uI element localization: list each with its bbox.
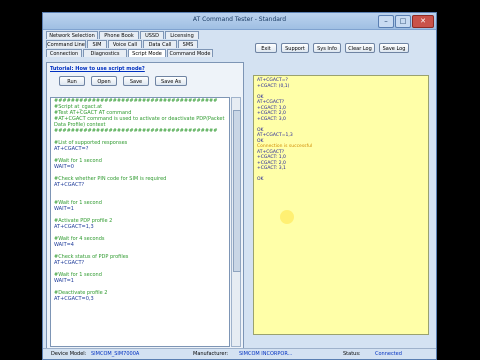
tab-data-call[interactable]: Data Call xyxy=(143,40,177,48)
exit-button[interactable]: Exit xyxy=(255,43,277,53)
log-line: OK xyxy=(257,177,264,182)
script-mode-panel: Tutorial: How to use script mode? Run Ope… xyxy=(46,62,244,350)
status-label: Status: xyxy=(343,351,361,357)
script-line: AT+CGACT=0,3 xyxy=(54,296,94,302)
tab-sim[interactable]: SIM xyxy=(87,40,107,48)
left-pane: Network Selection Phone Book USSD Licensing… xyxy=(46,31,244,351)
tutorial-link[interactable]: Tutorial: How to use script mode? xyxy=(50,66,145,72)
status-value: Connected xyxy=(375,351,402,357)
clear-log-button[interactable]: Clear Log xyxy=(345,43,375,53)
response-log[interactable]: AT+CGACT=? +CGACT: (0,1) OK AT+CGACT? +CGACT… xyxy=(253,75,429,335)
scrollbar-thumb[interactable] xyxy=(233,110,241,272)
save-as-button[interactable]: Save As xyxy=(155,76,187,86)
script-button-row: Run Open Save Save As xyxy=(59,76,187,86)
run-button[interactable]: Run xyxy=(59,76,85,86)
manufacturer-label: Manufacturer: xyxy=(193,351,229,357)
title-bar[interactable]: AT Command Tester - Standard – □ ✕ xyxy=(43,13,436,30)
tab-script-mode[interactable]: Script Mode xyxy=(128,49,166,57)
status-bar: Device Model: SIMCOM_SIM7000A Manufactur… xyxy=(43,348,436,359)
minimize-button[interactable]: – xyxy=(378,15,394,28)
sys-info-button[interactable]: Sys Info xyxy=(313,43,341,53)
close-button[interactable]: ✕ xyxy=(412,15,434,28)
tab-network-selection[interactable]: Network Selection xyxy=(46,31,98,39)
tab-row-1: Network Selection Phone Book USSD Licensing xyxy=(46,31,200,39)
device-model-label: Device Model: xyxy=(51,351,87,357)
script-scrollbar[interactable] xyxy=(231,97,241,347)
tab-voice-call[interactable]: Voice Call xyxy=(108,40,142,48)
tab-licensing[interactable]: Licensing xyxy=(165,31,199,39)
tab-row-3: Connection Diagnostics Script Mode Command … xyxy=(46,49,214,57)
right-pane: Exit Support Sys Info Clear Log Save Log AT+… xyxy=(251,31,435,351)
manufacturer-value: SIMCOM INCORPOR... xyxy=(239,351,293,357)
save-log-button[interactable]: Save Log xyxy=(379,43,409,53)
script-editor[interactable]: ####################################### #… xyxy=(50,97,230,347)
tab-diagnostics[interactable]: Diagnostics xyxy=(83,49,127,57)
tab-ussd[interactable]: USSD xyxy=(140,31,164,39)
tab-command-mode[interactable]: Command Mode xyxy=(167,49,213,57)
tab-sms[interactable]: SMS xyxy=(178,40,198,48)
maximize-button[interactable]: □ xyxy=(395,15,411,28)
right-button-row: Exit Support Sys Info Clear Log Save Log xyxy=(255,43,409,53)
save-button[interactable]: Save xyxy=(123,76,149,86)
script-line: ####################################### xyxy=(54,128,218,134)
tab-connection[interactable]: Connection xyxy=(46,49,82,57)
device-model-value: SIMCOM_SIM7000A xyxy=(91,351,140,357)
tab-row-2: Command Line SIM Voice Call Data Call SMS xyxy=(46,40,199,48)
open-button[interactable]: Open xyxy=(91,76,117,86)
app-window: AT Command Tester - Standard – □ ✕ Netwo… xyxy=(42,12,437,360)
support-button[interactable]: Support xyxy=(281,43,309,53)
mouse-cursor-highlight xyxy=(280,210,294,224)
tab-phone-book[interactable]: Phone Book xyxy=(99,31,139,39)
tab-command-line[interactable]: Command Line xyxy=(46,40,86,48)
